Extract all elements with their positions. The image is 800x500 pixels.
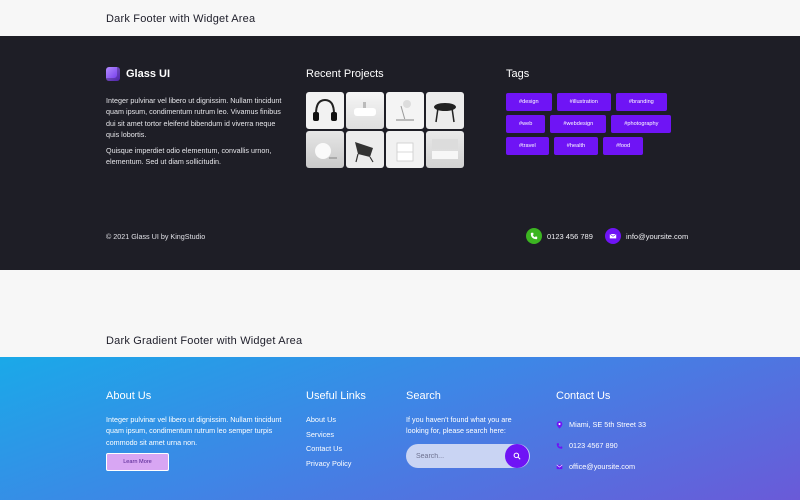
tag-design[interactable]: #design (506, 93, 552, 111)
address-row[interactable]: Miami, SE 5th Street 33 (556, 414, 646, 435)
tag-health[interactable]: #health (553, 137, 599, 155)
tag-food[interactable]: #food (603, 137, 644, 155)
search-box (406, 444, 530, 468)
phone-icon (526, 228, 542, 244)
email-contact[interactable]: info@yoursite.com (605, 228, 688, 244)
tags-title: Tags (506, 68, 530, 80)
useful-links-list: About Us Services Contact Us Privacy Pol… (306, 415, 351, 473)
project-thumb-bathroom[interactable] (426, 131, 464, 168)
project-gallery (306, 92, 464, 168)
about-text: Integer pulvinar vel libero ut dignissim… (106, 95, 286, 168)
brand-name: Glass UI (126, 68, 171, 80)
mail-icon (605, 228, 621, 244)
tag-travel[interactable]: #travel (506, 137, 549, 155)
email-text: office@yoursite.com (569, 462, 636, 471)
search-icon (513, 452, 521, 460)
map-pin-icon (556, 420, 563, 429)
copyright: © 2021 Glass UI by KingStudio (106, 232, 206, 241)
brand[interactable]: Glass UI (106, 67, 170, 81)
about-us-title: About Us (106, 390, 152, 402)
phone-number: 0123 456 789 (547, 231, 593, 241)
dark-footer: Glass UI Integer pulvinar vel libero ut … (0, 36, 800, 270)
tag-web[interactable]: #web (506, 115, 546, 133)
link-privacy-policy[interactable]: Privacy Policy (306, 459, 351, 474)
gradient-footer: About Us Integer pulvinar vel libero ut … (0, 357, 800, 500)
phone-row[interactable]: 0123 4567 890 (556, 435, 646, 456)
tag-illustration[interactable]: #illustration (556, 93, 611, 111)
tag-photography[interactable]: #photography (611, 115, 672, 133)
project-thumb-cabinet[interactable] (386, 131, 424, 168)
learn-more-button[interactable]: Learn More (106, 453, 169, 471)
useful-links-title: Useful Links (306, 390, 366, 402)
phone-icon (556, 442, 563, 449)
tag-webdesign[interactable]: #webdesign (550, 115, 607, 133)
mail-icon (556, 464, 563, 469)
section-title-gradient: Dark Gradient Footer with Widget Area (106, 335, 303, 347)
link-contact-us[interactable]: Contact Us (306, 444, 351, 459)
project-thumb-table[interactable] (426, 92, 464, 129)
contact-us-title: Contact Us (556, 390, 611, 402)
search-description: If you haven't found what you are lookin… (406, 415, 512, 436)
project-thumb-headphones[interactable] (306, 92, 344, 129)
project-thumb-washbasin[interactable] (346, 92, 384, 129)
about-us-text: Integer pulvinar vel libero ut dignissim… (106, 415, 282, 447)
project-thumb-lamp[interactable] (386, 92, 424, 129)
about-paragraph: Integer pulvinar vel libero ut dignissim… (106, 96, 282, 139)
search-title: Search (406, 390, 441, 402)
project-thumb-chair[interactable] (346, 131, 384, 168)
cube-logo-icon (106, 67, 120, 81)
phone-text: 0123 4567 890 (569, 441, 618, 450)
email-address: info@yoursite.com (626, 231, 689, 241)
about-paragraph: Quisque imperdiet odio elementum, conval… (106, 146, 272, 167)
tag-branding[interactable]: #branding (615, 93, 667, 111)
address-text: Miami, SE 5th Street 33 (569, 420, 647, 429)
phone-contact[interactable]: 0123 456 789 (526, 228, 593, 244)
recent-projects-title: Recent Projects (306, 68, 384, 80)
link-services[interactable]: Services (306, 430, 351, 445)
section-title-dark: Dark Footer with Widget Area (106, 13, 256, 25)
tag-cloud: #design #illustration #branding #web #we… (506, 93, 696, 155)
link-about-us[interactable]: About Us (306, 415, 351, 430)
search-button[interactable] (505, 444, 529, 468)
email-row[interactable]: office@yoursite.com (556, 456, 646, 477)
contact-list: Miami, SE 5th Street 33 0123 4567 890 of… (556, 414, 646, 477)
project-thumb-round-lamp[interactable] (306, 131, 344, 168)
search-input[interactable] (416, 448, 502, 464)
